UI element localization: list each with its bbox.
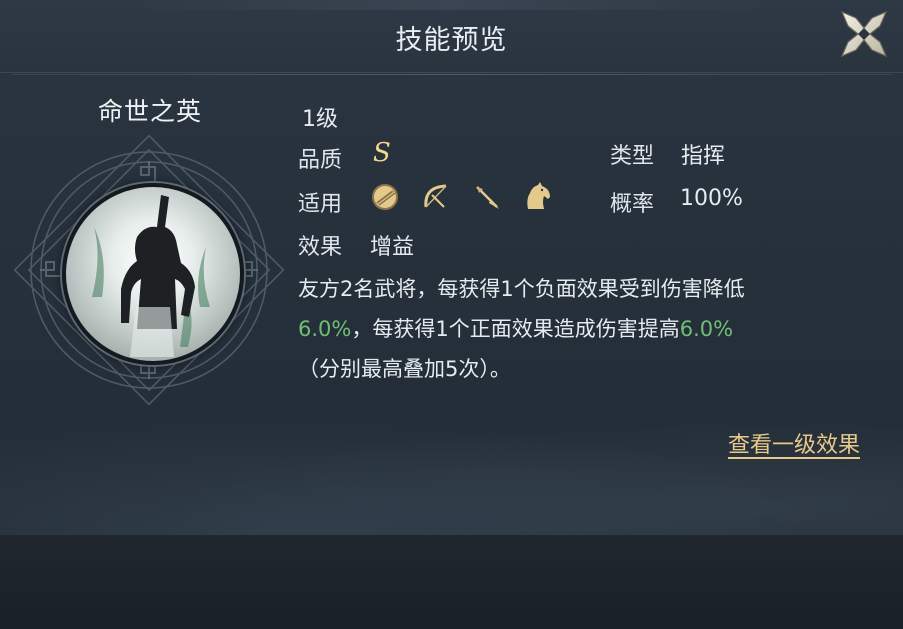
description-mid: ，每获得1个正面效果造成伤害提高 [351, 317, 680, 341]
reduction-value: 6.0% [298, 317, 352, 341]
skill-portrait [62, 183, 244, 365]
warrior-silhouette-icon [92, 195, 210, 357]
bow-icon [420, 181, 452, 213]
view-level1-effect-link[interactable]: 查看一级效果 [728, 427, 860, 459]
apply-label: 适用 [298, 192, 343, 217]
skill-level: 1级 [302, 107, 338, 132]
panel-divider [12, 74, 891, 75]
page-title: 技能预览 [395, 25, 508, 56]
skill-emblem [0, 128, 300, 413]
skill-description: 友方2名武将，每获得1个负面效果受到伤害降低 6.0%，每获得1个正面效果造成伤… [298, 269, 858, 389]
bottom-band [0, 535, 903, 629]
effect-value: 增益 [370, 235, 415, 260]
skill-name: 命世之英 [97, 97, 202, 126]
type-label: 类型 [610, 144, 655, 169]
increase-value: 6.0% [679, 317, 734, 341]
header-bar: 技能预览 [0, 0, 903, 73]
quality-label: 品质 [298, 148, 343, 173]
rate-value: 100% [680, 186, 743, 211]
close-button[interactable] [836, 6, 892, 62]
type-value: 指挥 [681, 144, 726, 169]
spear-icon [471, 181, 503, 213]
rate-label: 概率 [610, 192, 655, 217]
close-icon [840, 10, 888, 58]
effect-label: 效果 [298, 235, 343, 260]
description-line-3: （分别最高叠加5次）。 [298, 357, 511, 381]
description-line-2: 6.0%，每获得1个正面效果造成伤害提高6.0% [298, 309, 858, 349]
shield-icon [369, 181, 401, 213]
description-line-1: 友方2名武将，每获得1个负面效果受到伤害降低 [298, 277, 745, 301]
quality-value: S [373, 138, 391, 168]
horse-icon [520, 181, 552, 213]
